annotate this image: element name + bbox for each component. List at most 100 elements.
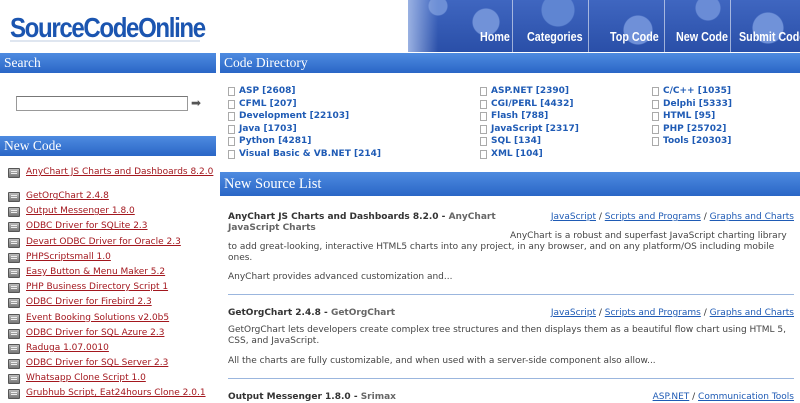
new-code-item[interactable]: PHPScriptsmall 1.0 [8,252,216,267]
new-code-link[interactable]: Output Messenger 1.8.0 [26,206,135,216]
category-link[interactable]: JavaScript [551,308,596,318]
directory-link[interactable]: Delphi [5333] [663,99,732,109]
directory-link[interactable]: ASP [2608] [239,86,295,96]
site-header: SourceCodeOnline Home Categories Top Cod… [0,0,800,52]
entry-description-more: AnyChart provides advanced customization… [228,272,453,282]
new-code-link[interactable]: Event Booking Solutions v2.0b5 [26,313,169,323]
directory-item[interactable]: Java [1703] [228,124,381,137]
directory-item[interactable]: PHP [25702] [652,124,732,137]
new-code-link[interactable]: Devart ODBC Driver for Oracle 2.3 [26,237,181,247]
search-input[interactable] [16,96,188,111]
directory-item[interactable]: ASP.NET [2390] [480,86,579,99]
directory-item[interactable]: Visual Basic & VB.NET [214] [228,149,381,162]
code-package-icon [8,343,20,354]
new-code-link[interactable]: Raduga 1.07.0010 [26,343,109,353]
entry-categories: JavaScript / Scripts and Programs / Grap… [550,212,794,222]
new-code-item[interactable]: PHP Business Directory Script 1 [8,282,216,297]
new-code-item[interactable]: ODBC Driver for Firebird 2.3 [8,297,216,312]
directory-link[interactable]: SQL [134] [491,136,541,146]
new-code-link[interactable]: PHP Business Directory Script 1 [26,282,168,292]
new-code-link[interactable]: GetOrgChart 2.4.8 [26,191,109,201]
entry-name[interactable]: Output Messenger 1.8.0 [228,392,351,402]
code-package-icon [8,313,20,324]
page-icon [480,149,487,159]
new-code-item[interactable]: AnyChart JS Charts and Dashboards 8.2.0 [8,167,216,191]
new-code-link[interactable]: Grubhub Script, Eat24hours Clone 2.0.1 [26,388,206,398]
new-code-link[interactable]: Whatsapp Clone Script 1.0 [26,373,146,383]
directory-link[interactable]: Development [22103] [239,111,349,121]
entry-name[interactable]: AnyChart JS Charts and Dashboards 8.2.0 [228,212,439,222]
new-code-item[interactable]: Easy Button & Menu Maker 5.2 [8,267,216,282]
directory-link[interactable]: CGI/PERL [4432] [491,99,573,109]
nav-home[interactable]: Home [480,30,510,44]
directory-link[interactable]: ASP.NET [2390] [491,86,569,96]
new-code-item[interactable]: Whatsapp Clone Script 1.0 [8,373,216,388]
nav-new-code[interactable]: New Code [676,30,728,44]
category-link[interactable]: ASP.NET [653,392,690,402]
directory-link[interactable]: XML [104] [491,149,543,159]
new-code-link[interactable]: ODBC Driver for Firebird 2.3 [26,297,152,307]
entry-title[interactable]: Output Messenger 1.8.0 - Srimax [228,392,628,403]
page-icon [652,112,659,122]
directory-item[interactable]: Flash [788] [480,111,579,124]
directory-link[interactable]: PHP [25702] [663,124,726,134]
directory-item[interactable]: Tools [20303] [652,136,732,149]
page-icon [652,124,659,134]
entry-divider [228,294,794,295]
directory-item[interactable]: Development [22103] [228,111,381,124]
nav-separator [512,0,513,52]
directory-item[interactable]: XML [104] [480,149,579,162]
code-package-icon [8,298,20,309]
directory-item[interactable]: CGI/PERL [4432] [480,99,579,112]
new-code-link[interactable]: Easy Button & Menu Maker 5.2 [26,267,165,277]
new-code-link[interactable]: ODBC Driver for SQL Server 2.3 [26,358,168,368]
new-code-item[interactable]: Grubhub Script, Eat24hours Clone 2.0.1 [8,388,216,403]
new-code-link[interactable]: ODBC Driver for SQL Azure 2.3 [26,328,164,338]
new-code-item[interactable]: GetOrgChart 2.4.8 [8,191,216,206]
new-code-item[interactable]: Output Messenger 1.8.0 [8,206,216,221]
directory-link[interactable]: C/C++ [1035] [663,86,731,96]
arrow-right-icon[interactable]: ➡ [191,97,203,109]
page-icon [228,137,235,147]
directory-item[interactable]: CFML [207] [228,99,381,112]
new-code-item[interactable]: Raduga 1.07.0010 [8,343,216,358]
directory-item[interactable]: SQL [134] [480,136,579,149]
directory-item[interactable]: Delphi [5333] [652,99,732,112]
category-link[interactable]: Communication Tools [698,392,794,402]
nav-categories[interactable]: Categories [527,30,583,44]
new-code-item[interactable]: Devart ODBC Driver for Oracle 2.3 [8,237,216,252]
nav-top-code[interactable]: Top Code [610,30,659,44]
code-package-icon [8,389,20,400]
code-package-icon [8,283,20,294]
code-package-icon [8,222,20,233]
directory-link[interactable]: Java [1703] [239,124,297,134]
new-code-link[interactable]: AnyChart JS Charts and Dashboards 8.2.0 [26,167,213,177]
directory-link[interactable]: Python [4281] [239,136,311,146]
new-code-item[interactable]: Event Booking Solutions v2.0b5 [8,313,216,328]
directory-item[interactable]: C/C++ [1035] [652,86,732,99]
directory-link[interactable]: Tools [20303] [663,136,731,146]
code-package-icon [8,374,20,385]
nav-submit-code[interactable]: Submit Code [739,30,800,44]
directory-item[interactable]: HTML [95] [652,111,732,124]
category-link[interactable]: Graphs and Charts [710,308,794,318]
category-link[interactable]: Graphs and Charts [710,212,794,222]
new-code-item[interactable]: ODBC Driver for SQL Azure 2.3 [8,328,216,343]
directory-link[interactable]: JavaScript [2317] [491,124,579,134]
directory-item[interactable]: ASP [2608] [228,86,381,99]
entry-name[interactable]: GetOrgChart 2.4.8 [228,308,321,318]
category-link[interactable]: Scripts and Programs [605,308,701,318]
new-code-item[interactable]: ODBC Driver for SQLite 2.3 [8,221,216,236]
directory-item[interactable]: Python [4281] [228,136,381,149]
directory-link[interactable]: HTML [95] [663,111,715,121]
new-code-link[interactable]: PHPScriptsmall 1.0 [26,252,111,262]
new-code-item[interactable]: ODBC Driver for SQL Server 2.3 [8,358,216,373]
new-code-link[interactable]: ODBC Driver for SQLite 2.3 [26,221,148,231]
directory-link[interactable]: Flash [788] [491,111,548,121]
code-package-icon [8,328,20,339]
category-link[interactable]: Scripts and Programs [605,212,701,222]
category-link[interactable]: JavaScript [551,212,596,222]
directory-link[interactable]: CFML [207] [239,99,297,109]
directory-item[interactable]: JavaScript [2317] [480,124,579,137]
directory-link[interactable]: Visual Basic & VB.NET [214] [239,149,381,159]
